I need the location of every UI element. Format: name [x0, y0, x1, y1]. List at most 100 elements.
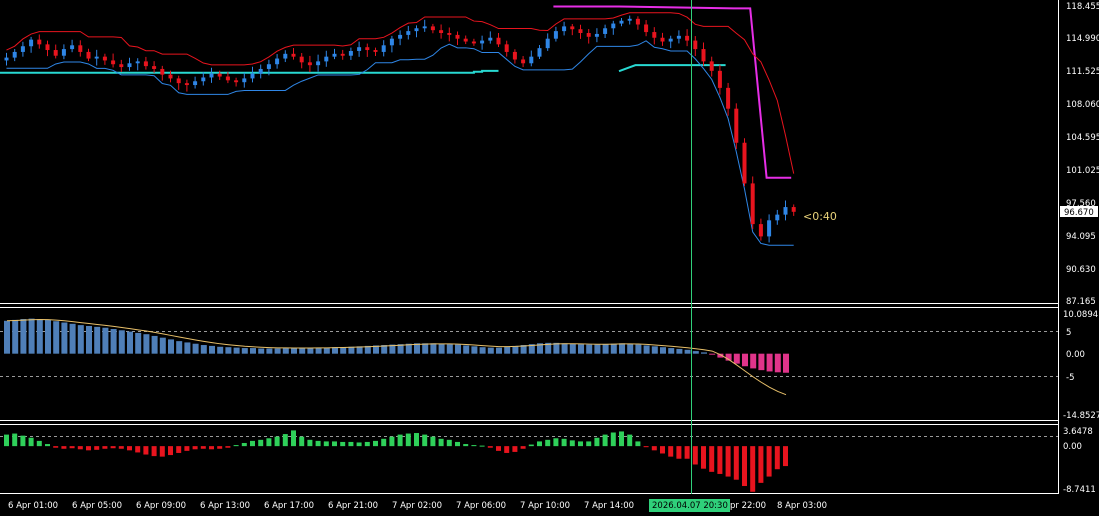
oscillator-bar — [151, 335, 158, 354]
candle-bear — [111, 60, 116, 65]
histogram-bar — [586, 441, 592, 447]
histogram-bar — [496, 446, 501, 451]
oscillator-bar — [258, 348, 265, 354]
candle-bear — [660, 37, 665, 42]
oscillator-bar — [168, 339, 174, 354]
histogram-bar — [20, 435, 26, 447]
oscillator-bar — [578, 344, 584, 354]
candle-bull — [283, 53, 288, 59]
histogram-bar — [676, 446, 682, 459]
histogram-bar — [389, 436, 395, 447]
histogram-bar — [258, 439, 264, 447]
oscillator-bar — [184, 342, 191, 354]
oscillator-bar — [512, 345, 519, 354]
candle-bull — [529, 56, 534, 64]
trading-chart[interactable]: 118.455 114.990 111.525 108.060 104.595 … — [0, 0, 1099, 516]
histogram-bar — [569, 440, 575, 447]
candle-bull — [29, 39, 34, 47]
histogram-bar — [553, 438, 559, 447]
histogram-bar — [717, 446, 723, 474]
candle-bull — [676, 35, 681, 39]
oscillator-bar — [94, 326, 101, 354]
histogram-bar — [594, 437, 600, 447]
oscillator-bar — [643, 345, 650, 354]
oscillator-bar — [53, 321, 60, 354]
chart-background — [0, 0, 1099, 516]
candle-bull — [316, 61, 321, 66]
oscillator-bar — [192, 343, 199, 354]
candle-bear — [570, 26, 575, 30]
candle-bull — [135, 61, 140, 64]
time-label: 6 Apr 05:00 — [72, 501, 122, 511]
candle-bear — [504, 44, 509, 52]
candle-bear — [119, 64, 124, 68]
candle-bear — [726, 87, 731, 109]
histogram-bar — [323, 441, 329, 447]
histogram-bar — [184, 446, 190, 451]
osc-tick: 5 — [1066, 328, 1071, 338]
oscillator-bar — [651, 346, 658, 354]
oscillator-bar — [668, 348, 675, 354]
candle-bull — [332, 53, 337, 57]
candle-bear — [373, 50, 378, 52]
oscillator-bar — [176, 341, 183, 354]
oscillator-bar — [159, 337, 166, 354]
histogram-bar — [4, 434, 9, 447]
candle-bull — [553, 31, 558, 39]
candle-bull — [603, 28, 608, 34]
histogram-bar — [651, 446, 657, 451]
bar-countdown: <0:40 — [803, 210, 837, 223]
histogram-bar — [742, 446, 747, 487]
candle-bull — [767, 220, 772, 237]
osc-tick: -14.8527 — [1063, 411, 1099, 421]
candle-bull — [488, 37, 493, 41]
candle-bull — [127, 63, 132, 68]
histogram-bar — [118, 446, 124, 449]
oscillator-bar — [709, 353, 716, 355]
histogram-bar — [701, 446, 706, 469]
histogram-bar — [176, 446, 182, 453]
histogram-bar — [86, 446, 91, 451]
histogram-bar — [479, 445, 485, 447]
candle-bear — [447, 33, 452, 35]
price-tick: 104.595 — [1066, 133, 1099, 143]
histogram-bar — [61, 446, 67, 449]
histogram-bar — [610, 432, 616, 447]
oscillator-bar — [28, 318, 35, 354]
histogram-bar — [364, 441, 370, 447]
time-label: 6 Apr 17:00 — [264, 501, 314, 511]
oscillator-bar — [233, 347, 240, 354]
histogram-bar — [332, 441, 337, 447]
candle-bear — [365, 47, 370, 51]
oscillator-bar — [315, 347, 322, 354]
oscillator-bar — [217, 346, 224, 354]
time-label: 7 Apr 06:00 — [456, 501, 506, 511]
histogram-bar — [274, 436, 280, 447]
candle-bear — [291, 53, 296, 57]
histogram-bar — [307, 439, 313, 447]
histogram-bar — [668, 446, 674, 457]
candle-bull — [389, 38, 394, 46]
histogram-bar — [643, 446, 649, 448]
candle-bull — [4, 57, 9, 61]
oscillator-bar — [733, 353, 740, 364]
oscillator-bar — [701, 352, 707, 354]
candle-bear — [299, 56, 304, 63]
oscillator-bar — [241, 348, 248, 354]
histogram-bar — [373, 440, 378, 447]
oscillator-bar — [118, 330, 125, 354]
candle-bull — [258, 68, 263, 74]
oscillator-bar — [45, 319, 51, 354]
oscillator-bar — [602, 344, 609, 354]
time-label: 7 Apr 02:00 — [392, 501, 442, 511]
candle-bull — [668, 38, 673, 42]
oscillator-bar — [635, 344, 642, 354]
histogram-bar — [561, 438, 567, 447]
oscillator-bar — [692, 351, 699, 354]
candle-bull — [611, 23, 616, 29]
oscillator-bar — [209, 345, 215, 354]
time-label: 7 Apr 14:00 — [584, 501, 634, 511]
candle-bull — [422, 26, 427, 29]
candle-bull — [627, 18, 632, 21]
candle-bull — [545, 38, 550, 49]
